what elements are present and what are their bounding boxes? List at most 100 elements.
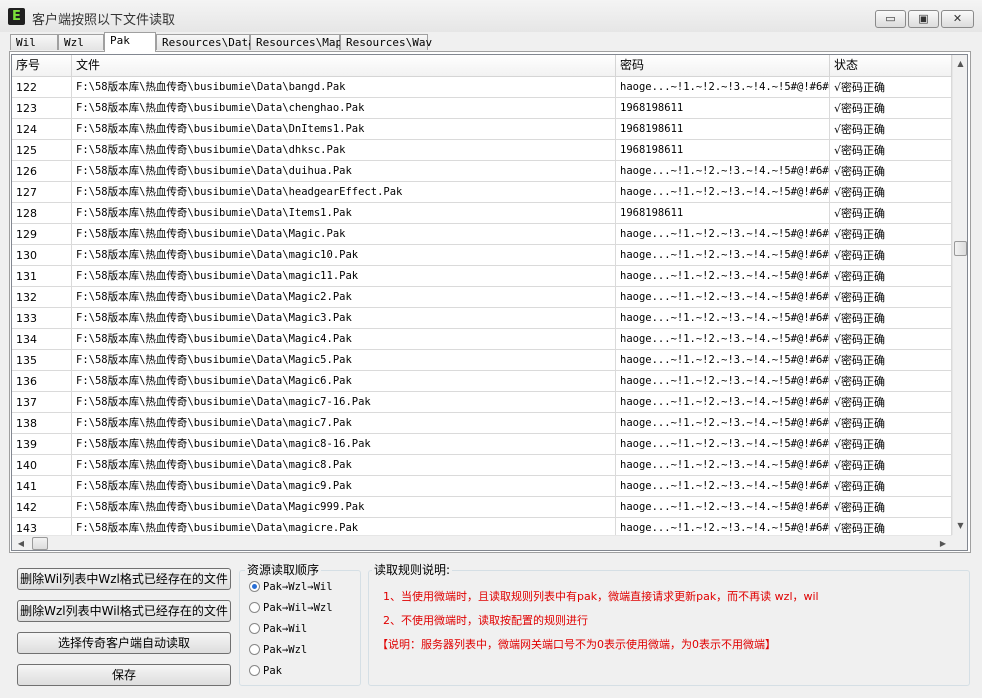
horizontal-scroll-thumb[interactable]	[32, 537, 48, 550]
close-icon: ✕	[952, 12, 963, 25]
close-button[interactable]: ✕	[941, 10, 974, 28]
rules-title: 读取规则说明:	[372, 561, 453, 578]
table-row[interactable]: 141 F:\58版本库\热血传奇\busibumie\Data\magic9.P…	[12, 476, 952, 497]
column-header-file[interactable]: 文件	[72, 55, 616, 76]
file-list[interactable]: 序号 文件 密码 状态 122 F:\58版本库\热血传奇\busibumie\D…	[11, 54, 968, 551]
window-title: 客户端按照以下文件读取	[32, 13, 176, 28]
file-path-cell: F:\58版本库\热血传奇\busibumie\Data\Magic.Pak	[72, 224, 616, 245]
table-row[interactable]: 127 F:\58版本库\热血传奇\busibumie\Data\headgear…	[12, 182, 952, 203]
read-order-radio[interactable]: Pak→Wzl→Wil	[249, 579, 333, 595]
table-row[interactable]: 122 F:\58版本库\热血传奇\busibumie\Data\bangd.Pa…	[12, 77, 952, 98]
status-cell: √密码正确	[830, 287, 952, 308]
tab-resources-map[interactable]: Resources\Map	[250, 34, 342, 50]
list-header: 序号 文件 密码 状态	[12, 55, 952, 77]
column-header-password[interactable]: 密码	[616, 55, 830, 76]
table-row[interactable]: 135 F:\58版本库\热血传奇\busibumie\Data\Magic5.P…	[12, 350, 952, 371]
row-number-cell: 132	[12, 287, 72, 308]
minimize-button[interactable]: ▭	[875, 10, 906, 28]
table-row[interactable]: 130 F:\58版本库\热血传奇\busibumie\Data\magic10.…	[12, 245, 952, 266]
file-path-cell: F:\58版本库\热血传奇\busibumie\Data\headgearEff…	[72, 182, 616, 203]
tab-resources-data[interactable]: Resources\Data	[156, 34, 255, 50]
status-cell: √密码正确	[830, 392, 952, 413]
radio-icon[interactable]	[249, 623, 260, 634]
status-cell: √密码正确	[830, 476, 952, 497]
read-order-radio[interactable]: Pak→Wzl	[249, 642, 307, 658]
radio-icon[interactable]	[249, 665, 260, 676]
radio-icon[interactable]	[249, 581, 260, 592]
vertical-scrollbar[interactable]: ▲ ▼	[952, 55, 967, 535]
horizontal-scrollbar[interactable]: ◀ ▶	[12, 535, 952, 550]
password-cell: 1968198611	[616, 203, 830, 224]
table-row[interactable]: 131 F:\58版本库\热血传奇\busibumie\Data\magic11.…	[12, 266, 952, 287]
app-icon: E	[8, 8, 25, 25]
row-number-cell: 135	[12, 350, 72, 371]
radio-label: Pak	[263, 665, 282, 677]
table-row[interactable]: 136 F:\58版本库\热血传奇\busibumie\Data\Magic6.P…	[12, 371, 952, 392]
file-path-cell: F:\58版本库\热血传奇\busibumie\Data\magic9.Pak	[72, 476, 616, 497]
table-row[interactable]: 140 F:\58版本库\热血传奇\busibumie\Data\magic8.P…	[12, 455, 952, 476]
column-header-no[interactable]: 序号	[12, 55, 72, 76]
status-cell: √密码正确	[830, 497, 952, 518]
table-row[interactable]: 126 F:\58版本库\热血传奇\busibumie\Data\duihua.P…	[12, 161, 952, 182]
column-header-status[interactable]: 状态	[830, 55, 952, 76]
scroll-left-icon[interactable]: ◀	[14, 536, 28, 550]
row-number-cell: 131	[12, 266, 72, 287]
table-row[interactable]: 138 F:\58版本库\热血传奇\busibumie\Data\magic7.P…	[12, 413, 952, 434]
table-row[interactable]: 139 F:\58版本库\热血传奇\busibumie\Data\magic8-1…	[12, 434, 952, 455]
read-order-radio[interactable]: Pak→Wil	[249, 621, 307, 637]
table-row[interactable]: 133 F:\58版本库\热血传奇\busibumie\Data\Magic3.P…	[12, 308, 952, 329]
radio-label: Pak→Wzl→Wil	[263, 581, 333, 593]
file-path-cell: F:\58版本库\热血传奇\busibumie\Data\Magic2.Pak	[72, 287, 616, 308]
status-cell: √密码正确	[830, 413, 952, 434]
status-cell: √密码正确	[830, 266, 952, 287]
file-path-cell: F:\58版本库\热血传奇\busibumie\Data\magic11.Pak	[72, 266, 616, 287]
auto-read-client-button[interactable]: 选择传奇客户端自动读取	[17, 632, 231, 654]
rule-line-2: 2、不使用微端时，读取按配置的规则进行	[383, 614, 588, 627]
row-number-cell: 142	[12, 497, 72, 518]
table-row[interactable]: 129 F:\58版本库\热血传奇\busibumie\Data\Magic.Pa…	[12, 224, 952, 245]
password-cell: haoge...~!1.~!2.~!3.~!4.~!5#@!#6#@7	[616, 413, 830, 434]
table-row[interactable]: 128 F:\58版本库\热血传奇\busibumie\Data\Items1.P…	[12, 203, 952, 224]
row-number-cell: 137	[12, 392, 72, 413]
read-order-title: 资源读取顺序	[245, 561, 322, 578]
row-number-cell: 122	[12, 77, 72, 98]
password-cell: haoge...~!1.~!2.~!3.~!4.~!5#@!#6#@7	[616, 392, 830, 413]
vertical-scroll-thumb[interactable]	[954, 241, 967, 256]
delete-wzl-dup-button[interactable]: 删除Wzl列表中Wil格式已经存在的文件	[17, 600, 231, 622]
read-order-radio[interactable]: Pak	[249, 663, 282, 679]
password-cell: haoge...~!1.~!2.~!3.~!4.~!5#@!#6#@7	[616, 245, 830, 266]
row-number-cell: 127	[12, 182, 72, 203]
scroll-right-icon[interactable]: ▶	[936, 536, 950, 550]
radio-icon[interactable]	[249, 602, 260, 613]
title-bar[interactable]: E 客户端按照以下文件读取 ▭ ▣ ✕	[0, 0, 982, 32]
table-row[interactable]: 125 F:\58版本库\热血传奇\busibumie\Data\dhksc.Pa…	[12, 140, 952, 161]
status-cell: √密码正确	[830, 203, 952, 224]
tab-resources-wav[interactable]: Resources\Wav	[340, 34, 432, 50]
radio-icon[interactable]	[249, 644, 260, 655]
table-row[interactable]: 123 F:\58版本库\热血传奇\busibumie\Data\chenghao…	[12, 98, 952, 119]
tab-wzl[interactable]: Wzl	[58, 34, 104, 50]
delete-wil-dup-button[interactable]: 删除Wil列表中Wzl格式已经存在的文件	[17, 568, 231, 590]
tab-pak[interactable]: Pak	[104, 32, 156, 52]
file-path-cell: F:\58版本库\热血传奇\busibumie\Data\Magic6.Pak	[72, 371, 616, 392]
file-path-cell: F:\58版本库\热血传奇\busibumie\Data\dhksc.Pak	[72, 140, 616, 161]
row-number-cell: 130	[12, 245, 72, 266]
status-cell: √密码正确	[830, 98, 952, 119]
rule-line-3: 【说明：服务器列表中，微端网关端口号不为0表示使用微端，为0表示不用微端】	[377, 638, 776, 651]
status-cell: √密码正确	[830, 350, 952, 371]
scroll-down-icon[interactable]: ▼	[953, 519, 967, 533]
maximize-button[interactable]: ▣	[908, 10, 939, 28]
password-cell: haoge...~!1.~!2.~!3.~!4.~!5#@!#6#@7	[616, 266, 830, 287]
tab-wil[interactable]: Wil	[10, 34, 58, 50]
save-button[interactable]: 保存	[17, 664, 231, 686]
table-row[interactable]: 137 F:\58版本库\热血传奇\busibumie\Data\magic7-1…	[12, 392, 952, 413]
read-order-radio[interactable]: Pak→Wil→Wzl	[249, 600, 333, 616]
file-path-cell: F:\58版本库\热血传奇\busibumie\Data\Magic999.Pa…	[72, 497, 616, 518]
file-path-cell: F:\58版本库\热血传奇\busibumie\Data\duihua.Pak	[72, 161, 616, 182]
table-row[interactable]: 142 F:\58版本库\热血传奇\busibumie\Data\Magic999…	[12, 497, 952, 518]
scroll-up-icon[interactable]: ▲	[953, 57, 967, 71]
table-row[interactable]: 132 F:\58版本库\热血传奇\busibumie\Data\Magic2.P…	[12, 287, 952, 308]
password-cell: haoge...~!1.~!2.~!3.~!4.~!5#@!#6#@7	[616, 77, 830, 98]
table-row[interactable]: 134 F:\58版本库\热血传奇\busibumie\Data\Magic4.P…	[12, 329, 952, 350]
table-row[interactable]: 124 F:\58版本库\热血传奇\busibumie\Data\DnItems1…	[12, 119, 952, 140]
